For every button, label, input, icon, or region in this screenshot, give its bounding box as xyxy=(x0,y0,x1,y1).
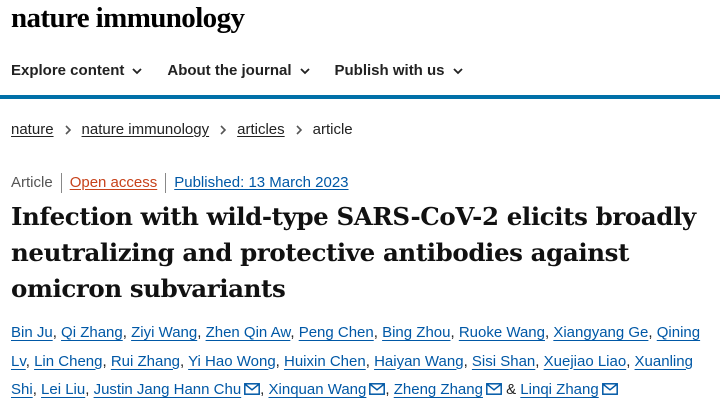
author-link[interactable]: Ruoke Wang xyxy=(459,324,545,341)
author-link[interactable]: Yi Hao Wong xyxy=(188,353,276,370)
author-link[interactable]: Zheng Zhang xyxy=(394,381,483,398)
author-link[interactable]: Bin Ju xyxy=(11,324,53,341)
author-link[interactable]: Xiangyang Ge xyxy=(553,324,648,341)
envelope-icon[interactable] xyxy=(369,383,386,395)
breadcrumb-nature-immunology[interactable]: nature immunology xyxy=(82,120,210,140)
main-nav: Explore content About the journal Publis… xyxy=(11,54,464,88)
nav-label: Explore content xyxy=(11,62,125,79)
chevron-down-icon xyxy=(299,68,310,75)
published-date[interactable]: Published: 13 March 2023 xyxy=(174,173,348,193)
article-title: Infection with wild-type SARS-CoV-2 elic… xyxy=(11,202,696,303)
divider xyxy=(60,173,62,193)
author-link[interactable]: Bing Zhou xyxy=(382,324,450,341)
author-list: Bin Ju, Qi Zhang, Ziyi Wang, Zhen Qin Aw… xyxy=(11,324,701,398)
chevron-right-icon xyxy=(64,125,71,135)
author-link[interactable]: Huixin Chen xyxy=(284,353,366,370)
breadcrumb-current: article xyxy=(312,121,353,138)
article-type: Article xyxy=(11,174,53,191)
author-link[interactable]: Sisi Shan xyxy=(472,353,535,370)
author-link[interactable]: Qi Zhang xyxy=(61,324,123,341)
nav-about-the-journal[interactable]: About the journal xyxy=(167,54,310,88)
chevron-right-icon xyxy=(220,125,227,135)
header-divider xyxy=(0,95,720,99)
breadcrumb-articles[interactable]: articles xyxy=(237,120,285,140)
author-link[interactable]: Rui Zhang xyxy=(111,353,180,370)
envelope-icon[interactable] xyxy=(486,383,502,395)
author-link[interactable]: Peng Chen xyxy=(299,324,374,341)
chevron-down-icon xyxy=(452,68,463,75)
nav-publish-with-us[interactable]: Publish with us xyxy=(335,54,464,88)
author-link[interactable]: Haiyan Wang xyxy=(374,353,464,370)
open-access-link[interactable]: Open access xyxy=(70,173,158,193)
author-link[interactable]: Justin Jang Hann Chu xyxy=(94,381,242,398)
masthead: nature immunology xyxy=(0,0,720,42)
article-meta: Article Open access Published: 13 March … xyxy=(11,173,349,193)
journal-logo[interactable]: nature immunology xyxy=(11,0,245,36)
author-link[interactable]: Zhen Qin Aw xyxy=(206,324,291,341)
envelope-icon[interactable] xyxy=(601,383,618,395)
breadcrumb-nature[interactable]: nature xyxy=(11,120,54,140)
nav-label: Publish with us xyxy=(334,62,445,79)
author-link[interactable]: Ziyi Wang xyxy=(131,324,197,341)
author-link[interactable]: Xinquan Wang xyxy=(269,381,367,398)
author-link[interactable]: Linqi Zhang xyxy=(520,381,598,398)
nav-explore-content[interactable]: Explore content xyxy=(11,54,143,88)
author-link[interactable]: Xuejiao Liao xyxy=(544,353,627,370)
chevron-right-icon xyxy=(296,125,302,135)
breadcrumb: nature nature immunology articles articl… xyxy=(11,120,353,140)
chevron-down-icon xyxy=(132,68,142,75)
divider xyxy=(165,173,167,193)
author-link[interactable]: Lei Liu xyxy=(41,381,85,398)
envelope-icon[interactable] xyxy=(244,383,261,395)
author-link[interactable]: Lin Cheng xyxy=(34,353,102,370)
nav-label: About the journal xyxy=(167,62,292,79)
